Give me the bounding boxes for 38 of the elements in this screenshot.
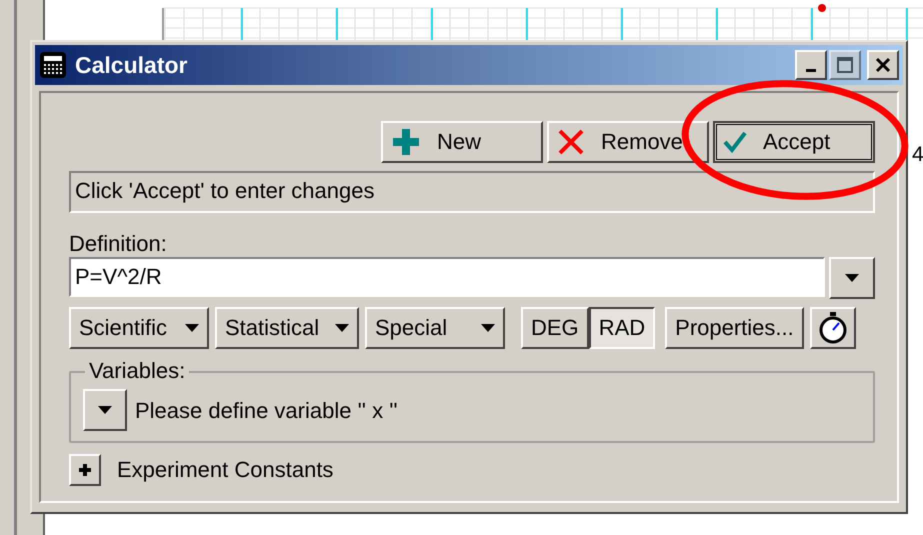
definition-field[interactable]: P=V^2/R	[69, 257, 825, 298]
minimize-icon	[806, 68, 816, 72]
maximize-button[interactable]	[829, 50, 861, 80]
stopwatch-button[interactable]	[810, 307, 856, 350]
plus-icon	[391, 127, 421, 157]
menu-button[interactable]: Special	[365, 307, 505, 350]
accept-button[interactable]: Accept	[713, 121, 875, 163]
caret-icon	[185, 324, 199, 332]
dropdown-button[interactable]	[83, 389, 127, 432]
dropdown-button[interactable]	[829, 257, 875, 300]
caret-icon	[98, 406, 112, 414]
properties-button[interactable]: Properties...	[665, 307, 804, 350]
definition-label: Definition:	[69, 231, 168, 258]
close-icon	[874, 56, 892, 74]
plus-icon	[79, 464, 91, 476]
data-point	[818, 4, 826, 12]
window-title: Calculator	[75, 50, 188, 80]
angle-mode-toggle[interactable]: DEG	[521, 307, 589, 350]
close-icon	[557, 128, 585, 156]
angle-mode-toggle[interactable]: RAD	[588, 307, 656, 350]
variable-prompt: Please define variable '' x ''	[135, 396, 398, 425]
caret-icon	[481, 324, 495, 332]
maximize-icon	[836, 56, 854, 74]
new-button[interactable]: New	[381, 121, 543, 163]
caret-icon	[335, 324, 349, 332]
constants-label: Experiment Constants	[117, 456, 334, 484]
status-message: Click 'Accept' to enter changes	[69, 171, 875, 213]
axis-label: 4	[912, 144, 923, 165]
caret-icon	[845, 274, 859, 282]
menu-button[interactable]: Scientific	[69, 307, 209, 350]
remove-button[interactable]: Remove	[547, 121, 709, 163]
checkmark-icon	[723, 130, 747, 154]
expand-button[interactable]	[69, 454, 101, 486]
minimize-button[interactable]	[795, 50, 827, 80]
stopwatch-icon	[818, 312, 848, 344]
calculator-icon	[39, 51, 67, 79]
menu-button[interactable]: Statistical	[215, 307, 359, 350]
close-button[interactable]	[867, 50, 899, 80]
